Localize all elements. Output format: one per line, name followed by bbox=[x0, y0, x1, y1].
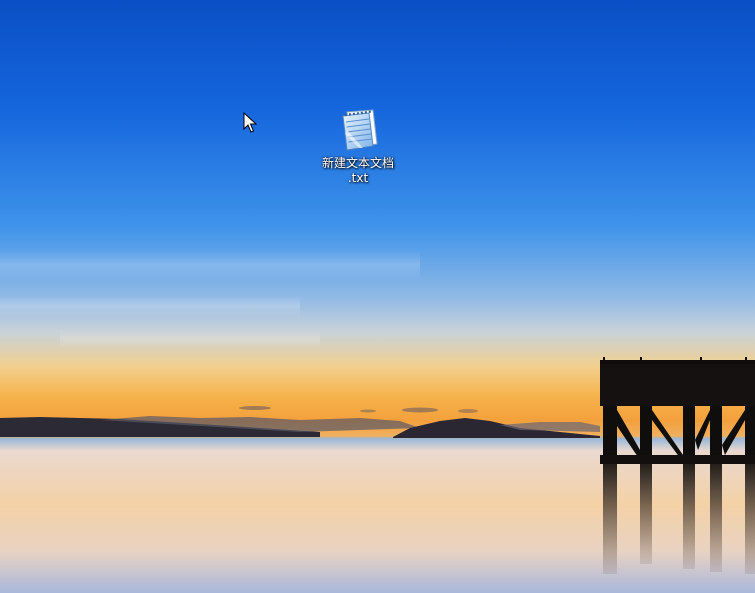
desktop-icon-text-file[interactable]: 新建文本文档 .txt bbox=[310, 104, 406, 186]
desktop-icon-label-line1: 新建文本文档 bbox=[321, 156, 394, 170]
desktop-icon-label: 新建文本文档 .txt bbox=[318, 156, 398, 186]
wallpaper-image bbox=[0, 0, 755, 593]
mouse-pointer-icon bbox=[243, 112, 257, 133]
notepad-icon bbox=[342, 109, 378, 151]
desktop-icon-label-line2: .txt bbox=[347, 171, 369, 185]
desktop[interactable]: 新建文本文档 .txt bbox=[0, 0, 755, 593]
